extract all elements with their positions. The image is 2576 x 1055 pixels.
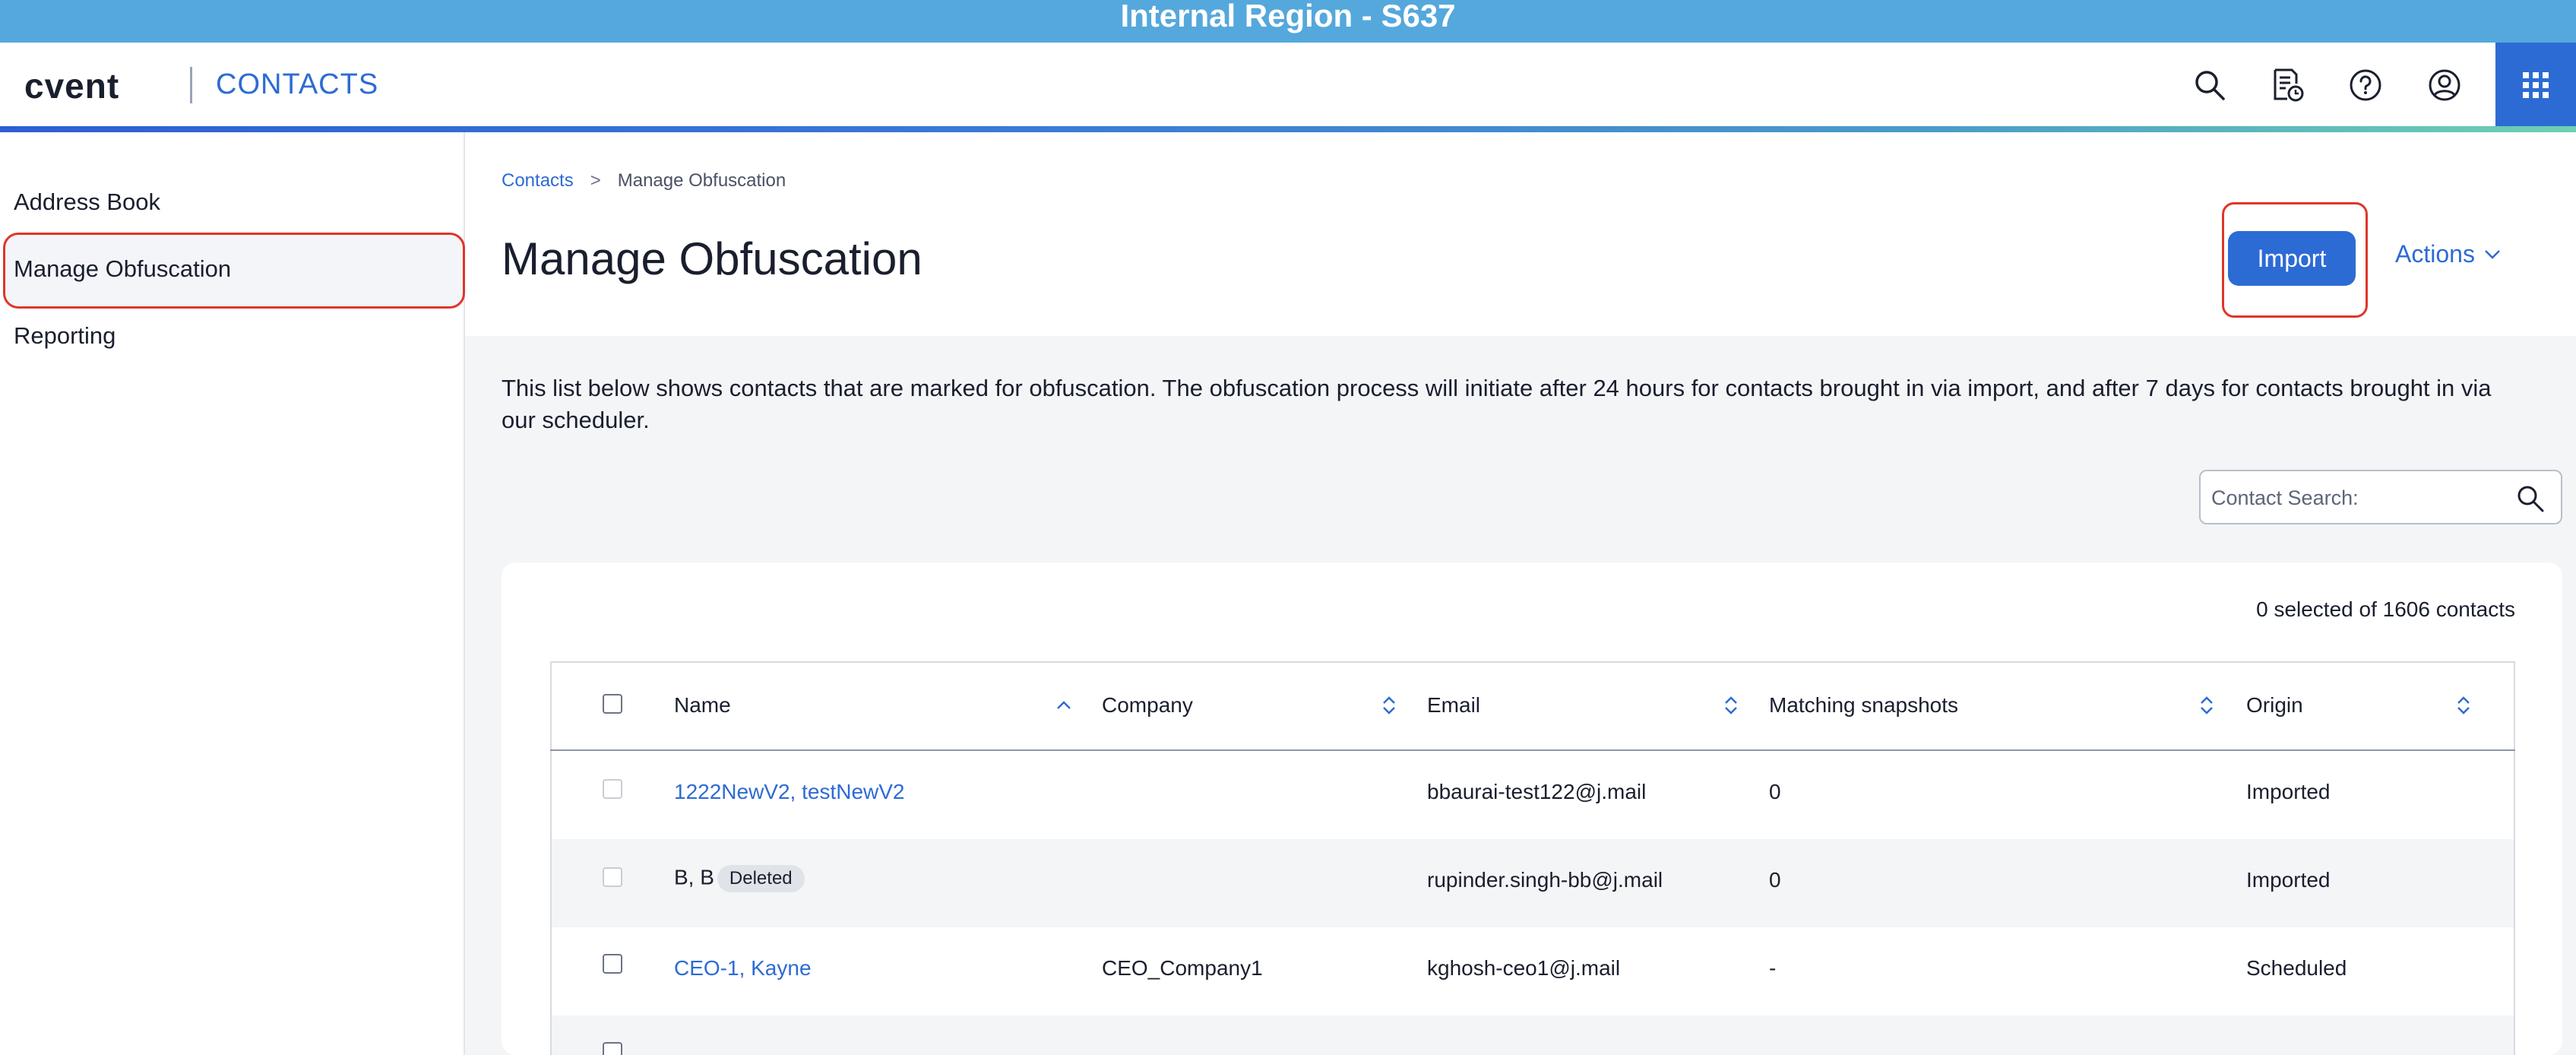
import-button[interactable]: Import [2228,231,2356,286]
email-cell: rupinder.singh-bb@j.mail [1427,868,1663,892]
header-accent-bar [0,126,2576,132]
select-all-checkbox[interactable] [603,694,622,714]
snapshots-cell: 0 [1769,780,1781,803]
table-row: B, B Deleted rupinder.singh-bb@j.mail 0 I… [552,839,2514,927]
breadcrumb-current: Manage Obfuscation [617,170,786,191]
row-checkbox[interactable] [603,954,622,974]
email-cell: kghosh-ceo1@j.mail [1427,956,1621,980]
company-cell: CEO_Company1 [1102,956,1263,980]
search-icon[interactable] [2514,482,2547,515]
page-description: This list below shows contacts that are … [502,375,2492,433]
apps-grid-icon [2523,72,2549,98]
breadcrumb: Contacts > Manage Obfuscation [502,170,786,192]
region-banner-text: Internal Region - S637 [1120,0,1456,33]
sort-ascending-icon[interactable] [1055,692,1073,719]
contact-search-input[interactable] [2211,482,2500,514]
reports-icon[interactable] [2266,64,2309,106]
origin-cell: Imported [2246,868,2331,892]
table-row: CEO-1, Kayne CEO_Company1 kghosh-ceo1@j.… [552,927,2514,1015]
column-header-email[interactable]: Email [1427,693,1480,718]
contact-name-link[interactable]: CEO-1, Kayne [674,956,812,981]
sidebar-item-address-book[interactable]: Address Book [14,189,160,216]
column-header-company[interactable]: Company [1102,693,1193,718]
profile-icon[interactable] [2423,64,2466,106]
contact-name-link[interactable]: 1222NewV2, testNewV2 [674,780,905,804]
table-row: 1222NewV2, testNewV2 bbaurai-test122@j.m… [552,751,2514,839]
breadcrumb-separator: > [590,170,601,191]
origin-cell: Imported [2246,780,2331,803]
search-icon[interactable] [2188,64,2231,106]
apps-grid-button[interactable] [2495,43,2576,128]
column-header-origin[interactable]: Origin [2246,693,2303,718]
table-row-partial [552,1015,2514,1055]
contact-search [2199,470,2562,524]
column-header-name[interactable]: Name [674,693,731,718]
row-checkbox[interactable] [603,867,622,887]
contact-name: B, B Deleted [674,865,805,892]
sidebar-item-manage-obfuscation[interactable]: Manage Obfuscation [14,255,231,283]
region-banner: Internal Region - S637 [0,0,2576,43]
breadcrumb-contacts-link[interactable]: Contacts [502,170,574,191]
logo-separator [190,67,192,103]
contact-name-text: B, B [674,865,714,889]
origin-cell: Scheduled [2246,956,2347,980]
snapshots-cell: 0 [1769,868,1781,892]
selected-count: 0 selected of 1606 contacts [2256,597,2515,621]
snapshots-cell: - [1769,956,1777,980]
column-header-matching-snapshots[interactable]: Matching snapshots [1769,693,1958,718]
email-cell: bbaurai-test122@j.mail [1427,780,1647,803]
chevron-down-icon [2485,249,2500,259]
app-name: CONTACTS [216,68,379,100]
actions-label: Actions [2395,240,2475,268]
actions-dropdown[interactable]: Actions [2395,240,2501,268]
sort-icon[interactable] [1380,692,1398,719]
row-checkbox[interactable] [603,779,622,799]
help-icon[interactable] [2344,64,2387,106]
sort-icon[interactable] [1722,692,1740,719]
sort-icon[interactable] [2454,692,2473,719]
row-checkbox[interactable] [603,1042,622,1055]
page-title: Manage Obfuscation [502,233,922,284]
sort-icon[interactable] [2198,692,2216,719]
cvent-logo[interactable]: cvent [24,65,119,106]
deleted-badge: Deleted [717,865,805,892]
sidebar-item-reporting[interactable]: Reporting [14,322,116,350]
